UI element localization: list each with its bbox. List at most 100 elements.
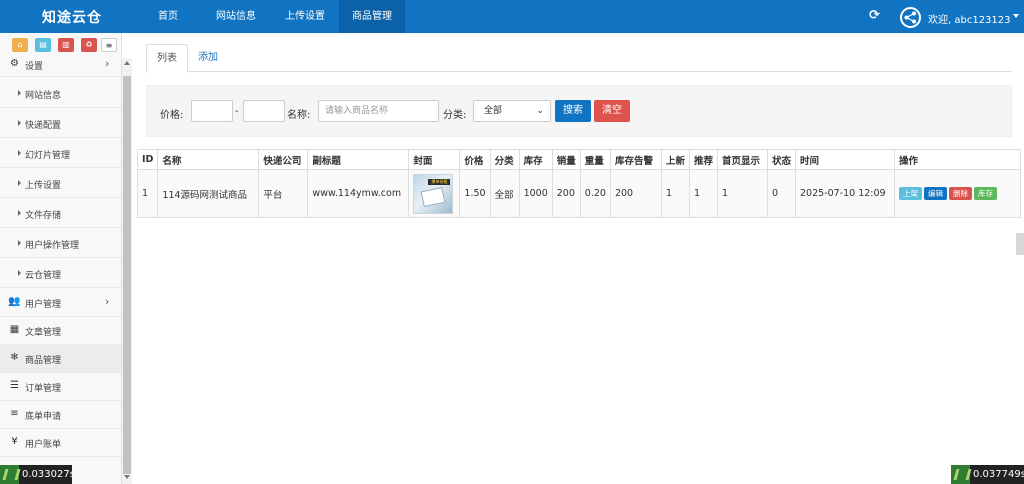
scroll-down-arrow-icon[interactable] [124,475,130,479]
cell-name: 114源码网测试商品 [157,169,260,218]
nav-product-management[interactable]: 商品管理 [339,0,405,33]
sidebar-item-label: 上传设置 [25,181,62,191]
cell-recommend: 1 [688,169,718,218]
sidebar: ⌂ ▤ ▥ ♻ ≡ ⚙ 设置 › 网站信息 快递配置 幻灯片管理 上传设置 文件… [0,33,122,484]
cell-sales: 200 [551,169,581,218]
cover-card-graphic [420,186,446,207]
brand-logo-text[interactable]: 知途云仓 [42,7,102,27]
category-label: 分类: [443,110,467,121]
sidebar-item-label: 云仓管理 [25,271,62,281]
price-dash: - [235,106,239,117]
col-time: 时间 [794,149,895,170]
scroll-up-arrow-icon[interactable] [124,61,130,65]
timing-value: 0.037749s [973,469,1024,480]
delete-button[interactable]: 删除 [948,187,972,200]
home-icon[interactable]: ⌂ [12,38,28,52]
product-cover-image[interactable]: 爆单秘籍 [413,173,454,214]
cell-time: 2025-07-10 12:09 [794,169,895,218]
caret-down-icon[interactable] [1013,14,1019,18]
cogs-icon: ⚙ [10,58,19,69]
snowflake-icon: ❄ [10,352,19,363]
sidebar-section-settings[interactable]: ⚙ 设置 › [0,53,121,77]
col-stock-alert: 库存告警 [609,149,662,170]
sidebar-item-label: 快递配置 [25,121,62,131]
sidebar-item-articles[interactable]: ▦ 文章管理 [0,316,121,345]
timing-badge-left: 0.033027s [0,465,75,484]
sidebar-item-label: 网站信息 [25,91,62,101]
sidebar-item-cloud-warehouse[interactable]: 云仓管理 [0,259,121,288]
sidebar-item-waybill-request[interactable]: ≡ 底单申请 [0,400,121,429]
sidebar-item-upload-settings[interactable]: 上传设置 [0,169,121,198]
search-button[interactable]: 搜索 [555,100,591,122]
table-header-row: ID 名称 快递公司 副标题 封面 价格 分类 库存 销量 重量 库存告警 上新… [136,149,1022,170]
category-select[interactable]: 全部 ⌄ [473,100,551,122]
col-sales: 销量 [551,149,581,170]
price-max-input[interactable] [243,100,285,122]
sidebar-item-orders[interactable]: ☰ 订单管理 [0,372,121,401]
caret-right-icon [18,150,21,156]
edit-button[interactable]: 编辑 [923,187,947,200]
chevron-right-icon: › [105,295,110,308]
col-id: ID [136,149,159,170]
chevron-right-icon: › [105,57,110,70]
sidebar-item-label: 用户操作管理 [25,241,80,251]
sidebar-item-products[interactable]: ❄ 商品管理 [0,344,121,373]
caret-right-icon [18,120,21,126]
recycle-icon[interactable]: ♻ [81,38,97,52]
bars-icon: ≡ [10,408,19,419]
stock-button[interactable]: 库存 [973,187,997,200]
cell-home-show: 1 [716,169,768,218]
col-actions: 操作 [893,149,1022,170]
cell-new: 1 [660,169,690,218]
yen-icon: ¥ [11,436,18,447]
sidebar-item-label: 文章管理 [25,328,62,338]
content-tabs: 列表 添加 [146,44,1012,73]
sidebar-item-users[interactable]: 👥 用户管理 › [0,288,121,317]
sidebar-item-user-actions[interactable]: 用户操作管理 [0,229,121,258]
file-icon[interactable]: ▤ [35,38,51,52]
clear-button[interactable]: 清空 [594,100,630,122]
timing-value: 0.033027s [22,469,75,480]
newspaper-icon: ▦ [9,324,20,335]
nav-site-info[interactable]: 网站信息 [207,0,265,33]
sidebar-item-slides[interactable]: 幻灯片管理 [0,139,121,168]
chevron-down-icon: ⌄ [536,106,544,116]
refresh-icon[interactable]: ⟳ [869,9,880,23]
tab-list[interactable]: 列表 [146,44,188,73]
category-select-value: 全部 [484,106,503,116]
sidebar-item-file-storage[interactable]: 文件存储 [0,199,121,228]
col-name: 名称 [157,149,260,170]
name-label: 名称: [287,110,311,121]
sidebar-item-label: 文件存储 [25,211,62,221]
sidebar-item-label: 商品管理 [25,356,62,366]
cell-cover: 爆单秘籍 [408,169,461,218]
sidebar-item-courier-config[interactable]: 快递配置 [0,109,121,138]
share-network-icon[interactable] [900,7,921,28]
server-icon: ☰ [10,380,19,391]
sidebar-item-site-info[interactable]: 网站信息 [0,79,121,108]
cell-courier: 平台 [258,169,309,218]
cell-weight: 0.20 [579,169,611,218]
caret-right-icon [18,180,21,186]
product-name-input[interactable]: 请输入商品名称 [318,100,439,122]
user-menu-label[interactable]: 欢迎, abc123123 [928,11,1011,26]
nav-home[interactable]: 首页 [143,0,193,33]
col-weight: 重量 [579,149,611,170]
col-courier: 快递公司 [258,149,309,170]
publish-button[interactable]: 上架 [898,187,922,200]
nav-upload-settings[interactable]: 上传设置 [276,0,334,33]
page-scrollbar-thumb[interactable] [1016,233,1024,255]
sidebar-scrollbar[interactable] [122,58,132,484]
sidebar-item-user-bills[interactable]: ¥ 用户账单 [0,428,121,457]
price-min-input[interactable] [191,100,233,122]
sidebar-item-label: 幻灯片管理 [25,151,71,161]
sidebar-item-label: 底单申请 [25,412,62,422]
col-subtitle: 副标题 [307,149,410,170]
list-icon[interactable]: ≡ [101,38,117,52]
col-recommend: 推荐 [688,149,718,170]
cell-subtitle: www.114ymw.com [307,169,410,218]
col-status: 状态 [766,149,796,170]
tab-add[interactable]: 添加 [188,44,228,73]
scrollbar-thumb[interactable] [123,76,131,474]
trash-icon[interactable]: ▥ [58,38,74,52]
